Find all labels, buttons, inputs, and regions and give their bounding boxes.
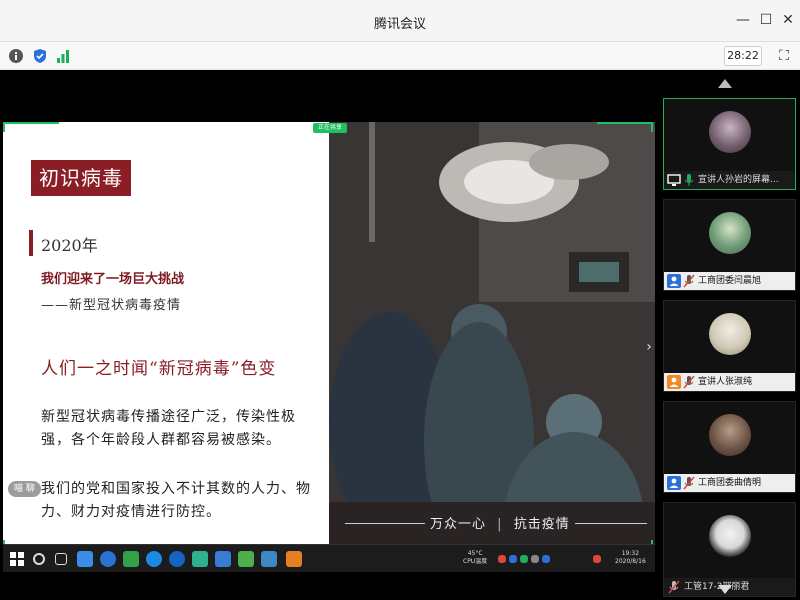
meeting-timer: 28:22 bbox=[724, 46, 762, 66]
shared-screen: 初识病毒 2020年 我们迎来了一场巨大挑战 ——新型冠状病毒疫情 人们一之时闻… bbox=[3, 122, 655, 572]
sharing-badge[interactable]: 正在共享 bbox=[313, 123, 347, 133]
slide-paragraph-1: 新型冠状病毒传播途径广泛，传染性极强，各个年龄段人群都容易被感染。 bbox=[41, 409, 296, 448]
minimize-icon[interactable]: — bbox=[733, 10, 753, 30]
host-user-icon bbox=[667, 476, 681, 490]
tray-icon-6[interactable] bbox=[593, 555, 601, 563]
app-icon-6[interactable] bbox=[192, 551, 208, 567]
photo-caption-separator: | bbox=[497, 517, 503, 532]
avatar bbox=[709, 515, 751, 557]
app-icon-2[interactable] bbox=[100, 551, 116, 567]
microphone-muted-icon[interactable] bbox=[683, 375, 695, 389]
app-icon-3[interactable] bbox=[123, 551, 139, 567]
slide-year: 2020年 bbox=[41, 236, 98, 255]
participant-card[interactable]: 宣讲人孙岩的屏幕... bbox=[663, 98, 796, 190]
avatar bbox=[709, 111, 751, 153]
year-accent-bar bbox=[29, 230, 33, 256]
app-icon-9[interactable] bbox=[261, 551, 277, 567]
windows-start-icon[interactable] bbox=[9, 551, 25, 567]
cohost-user-icon bbox=[667, 375, 681, 389]
surgery-scene bbox=[329, 122, 655, 572]
tray-icon-3[interactable] bbox=[520, 555, 528, 563]
slide-paragraph-2: 我们的党和国家投入不计其数的人力、物力、财力对疫情进行防控。 bbox=[41, 481, 311, 520]
browser-icon[interactable] bbox=[169, 551, 185, 567]
tray-icon-5[interactable] bbox=[542, 555, 550, 563]
tray-icon-1[interactable] bbox=[498, 555, 506, 563]
fullscreen-icon[interactable]: ⛶ bbox=[774, 46, 794, 66]
task-view-icon[interactable] bbox=[55, 553, 67, 565]
slide-quote: 人们一之时闻“新冠病毒”色变 bbox=[41, 359, 277, 379]
avatar bbox=[709, 313, 751, 355]
avatar bbox=[709, 414, 751, 456]
host-user-icon bbox=[667, 274, 681, 288]
slide-challenge: 我们迎来了一场巨大挑战 bbox=[41, 272, 185, 287]
slide-text-area: 初识病毒 2020年 我们迎来了一场巨大挑战 ——新型冠状病毒疫情 人们一之时闻… bbox=[3, 122, 329, 552]
taskbar-date: 2020/8/16 bbox=[615, 558, 646, 565]
participant-card[interactable]: 工商团委闫晨旭 bbox=[663, 199, 796, 291]
photo-caption: 万众一心 | 抗击疫情 bbox=[430, 513, 570, 532]
slide-challenge-sub: ——新型冠状病毒疫情 bbox=[41, 298, 182, 313]
taskbar-clock: 19:32 2020/8/16 bbox=[615, 550, 646, 566]
share-frame-corner-tr bbox=[597, 122, 653, 132]
app-icon-10[interactable] bbox=[286, 551, 302, 567]
participant-card[interactable]: 宣讲人张淑纯 bbox=[663, 300, 796, 392]
maximize-icon[interactable]: ☐ bbox=[756, 10, 776, 30]
photo-caption-right: 抗击疫情 bbox=[513, 517, 570, 532]
chat-bubble[interactable]: 喵 聊 bbox=[8, 481, 41, 497]
slide-header: 初识病毒 bbox=[31, 160, 131, 196]
info-icon[interactable] bbox=[8, 48, 24, 64]
microphone-muted-icon[interactable] bbox=[668, 580, 680, 594]
search-icon[interactable] bbox=[33, 553, 45, 565]
screen-share-icon bbox=[667, 174, 681, 186]
app-icon-7[interactable] bbox=[215, 551, 231, 567]
surgery-photo bbox=[329, 122, 655, 572]
avatar bbox=[709, 212, 751, 254]
participant-card[interactable]: 工管17-2邢丽君 bbox=[663, 502, 796, 597]
app-icon-1[interactable] bbox=[77, 551, 93, 567]
caption-line-right bbox=[575, 523, 647, 524]
title-bar: 腾讯会议 — ☐ ✕ bbox=[0, 0, 800, 42]
slide-next-icon[interactable]: › bbox=[642, 336, 656, 358]
microphone-muted-icon[interactable] bbox=[683, 274, 695, 288]
taskbar-time: 19:32 bbox=[621, 550, 640, 557]
tray-icon-4[interactable] bbox=[531, 555, 539, 563]
cpu-temp-label: CPU温度 bbox=[463, 558, 488, 565]
cpu-temp: 45°C CPU温度 bbox=[463, 550, 487, 566]
meeting-toolbar: 28:22 ⛶ bbox=[0, 42, 800, 70]
close-icon[interactable]: ✕ bbox=[778, 10, 798, 30]
microphone-icon[interactable] bbox=[683, 173, 695, 187]
scroll-down-icon[interactable] bbox=[718, 585, 732, 594]
shared-taskbar: 45°C CPU温度 19:32 2020/8/16 bbox=[3, 544, 655, 572]
scroll-up-icon[interactable] bbox=[718, 79, 732, 88]
window-title: 腾讯会议 bbox=[373, 17, 426, 32]
caption-line-left bbox=[345, 523, 425, 524]
tray-icon-2[interactable] bbox=[509, 555, 517, 563]
signal-icon[interactable] bbox=[55, 48, 71, 64]
shield-icon[interactable] bbox=[32, 48, 48, 64]
share-frame-corner-tl bbox=[3, 122, 59, 132]
cpu-temp-value: 45°C bbox=[467, 550, 483, 557]
participant-card[interactable]: 工商团委曲倩明 bbox=[663, 401, 796, 493]
app-icon-4[interactable] bbox=[146, 551, 162, 567]
photo-caption-left: 万众一心 bbox=[430, 517, 487, 532]
microphone-muted-icon[interactable] bbox=[683, 476, 695, 490]
app-icon-8[interactable] bbox=[238, 551, 254, 567]
